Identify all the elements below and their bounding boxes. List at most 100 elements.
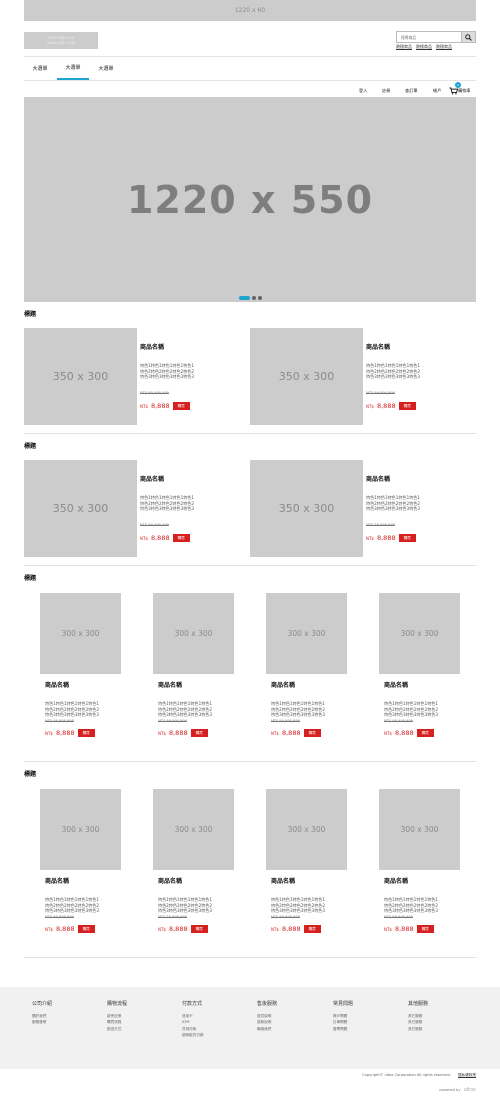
register-link[interactable]: 註冊 (382, 86, 390, 96)
account-link[interactable]: 帳戶 (433, 86, 441, 96)
product-name[interactable]: 商品名稱 (384, 680, 408, 689)
main-nav-tab[interactable]: 大選單 (90, 57, 122, 80)
product-image[interactable]: 300 x 300 (40, 789, 121, 870)
product-image[interactable]: 350 x 300 (24, 460, 137, 557)
cart-button[interactable]: 購物車 (449, 86, 471, 96)
product-image[interactable]: 300 x 300 (266, 593, 347, 674)
product-image[interactable]: 300 x 300 (40, 593, 121, 674)
main-nav-tab[interactable]: 大選單 (24, 57, 56, 80)
product-image-label: 300 x 300 (61, 825, 100, 834)
product-original-price: NT$ 99,999,999 (45, 719, 74, 723)
product-name[interactable]: 商品名稱 (366, 474, 390, 483)
product-image-label: 300 x 300 (400, 629, 439, 638)
footer-column: 公司介紹 關於我們 服務聲明 (32, 1000, 52, 1026)
price-currency: NT$ (45, 926, 53, 932)
buy-button[interactable]: 購買 (303, 729, 321, 737)
product-price-row: NT$ 8,888 購買 (158, 925, 208, 933)
buy-button[interactable]: 購買 (172, 402, 190, 410)
footer-link[interactable]: 其它服務 (408, 1026, 428, 1032)
buy-button[interactable]: 購買 (303, 925, 321, 933)
section-title: 標題 (24, 771, 37, 778)
product-name[interactable]: 商品名稱 (158, 680, 182, 689)
product-image[interactable]: 350 x 300 (250, 328, 363, 425)
footer-link[interactable]: 服務聲明 (32, 1019, 52, 1025)
carousel-dot-active[interactable] (239, 296, 250, 300)
search-button[interactable] (461, 32, 475, 42)
product-image[interactable]: 350 x 300 (250, 460, 363, 557)
hot-search-link[interactable]: 熱搜商品 (416, 44, 432, 50)
product-price-row: NT$ 8,888 購買 (271, 925, 321, 933)
product-image-label: 350 x 300 (52, 370, 109, 383)
product-price: 8,888 (168, 729, 188, 737)
buy-button[interactable]: 購買 (77, 729, 95, 737)
buy-button[interactable]: 購買 (416, 925, 434, 933)
product-name[interactable]: 商品名稱 (384, 876, 408, 885)
product-name[interactable]: 商品名稱 (140, 474, 164, 483)
product-feature: 特色3特色3特色3特色3特色3 (140, 506, 194, 512)
buy-button[interactable]: 購買 (190, 925, 208, 933)
footer-column: 付款方式 信用卡 ATM 貨到付款 超商取貨付款 (182, 1000, 204, 1038)
product-price: 8,888 (394, 729, 414, 737)
copyright-line: Copyright© ultox Corporation All rights … (0, 1073, 476, 1078)
product-name[interactable]: 商品名稱 (45, 680, 69, 689)
price-currency: NT$ (45, 730, 53, 736)
product-image-label: 300 x 300 (400, 825, 439, 834)
hot-search-link[interactable]: 熱搜商品 (436, 44, 452, 50)
product-price-row: NT$ 8,888 購買 (366, 534, 416, 542)
buy-button[interactable]: 購買 (398, 534, 416, 542)
buy-button[interactable]: 購買 (416, 729, 434, 737)
product-price: 8,888 (55, 729, 75, 737)
product-original-price: NT$ 99,999,999 (140, 391, 169, 395)
product-image[interactable]: 300 x 300 (266, 789, 347, 870)
buy-button[interactable]: 購買 (398, 402, 416, 410)
hero-banner[interactable]: 1220 x 550 (24, 97, 476, 302)
product-price-row: NT$ 8,888 購買 (384, 925, 434, 933)
footer-column-title: 購物流程 (107, 1001, 128, 1007)
footer-link[interactable]: 聯絡我們 (257, 1026, 277, 1032)
login-link[interactable]: 登入 (359, 86, 367, 96)
footer-link[interactable]: 配送方式 (107, 1026, 127, 1032)
product-image-label: 300 x 300 (174, 629, 213, 638)
buy-button[interactable]: 購買 (172, 534, 190, 542)
search-input[interactable] (397, 32, 461, 42)
footer-column-title: 其他服務 (408, 1001, 429, 1007)
section-title: 標題 (24, 575, 37, 582)
product-name[interactable]: 商品名稱 (140, 342, 164, 351)
main-nav-tab-active[interactable]: 大選單 (57, 57, 89, 80)
carousel-dot[interactable] (258, 296, 262, 300)
product-feature: 特色3特色3特色3特色3特色3 (366, 506, 420, 512)
privacy-link[interactable]: 隱私權政策 (458, 1073, 476, 1077)
section-divider (24, 957, 476, 958)
product-name[interactable]: 商品名稱 (45, 876, 69, 885)
product-name[interactable]: 商品名稱 (271, 680, 295, 689)
product-price: 8,888 (281, 729, 301, 737)
product-image[interactable]: 300 x 300 (153, 593, 234, 674)
product-name[interactable]: 商品名稱 (158, 876, 182, 885)
product-description: 特色1特色1特色1特色1特色1 特色2特色2特色2特色2特色2 特色3特色3特色3特… (366, 495, 438, 512)
section-divider (24, 433, 476, 434)
price-currency: NT$ (384, 926, 392, 932)
product-name[interactable]: 商品名稱 (271, 876, 295, 885)
product-image[interactable]: 350 x 300 (24, 328, 137, 425)
footer-link[interactable]: 發票問題 (333, 1026, 353, 1032)
buy-button[interactable]: 購買 (77, 925, 95, 933)
product-image[interactable]: 300 x 300 (379, 593, 460, 674)
product-image[interactable]: 300 x 300 (153, 789, 234, 870)
hot-search-link[interactable]: 熱搜商品 (396, 44, 412, 50)
price-currency: NT$ (158, 730, 166, 736)
product-image-label: 300 x 300 (287, 825, 326, 834)
hero-label: 1220 x 550 (126, 177, 374, 222)
product-original-price: NT$ 99,999,999 (158, 719, 187, 723)
orders-link[interactable]: 查訂單 (405, 86, 418, 96)
product-price: 8,888 (168, 925, 188, 933)
powered-by: powered by ultox (0, 1087, 476, 1093)
buy-button[interactable]: 購買 (190, 729, 208, 737)
price-currency: NT$ (366, 403, 374, 409)
footer-link[interactable]: 超商取貨付款 (182, 1032, 204, 1038)
product-original-price: NT$ 99,999,999 (158, 915, 187, 919)
carousel-dot[interactable] (252, 296, 256, 300)
site-logo[interactable]: LOGO 500 x 50 retina 500 x 100 (24, 32, 98, 49)
product-name[interactable]: 商品名稱 (366, 342, 390, 351)
product-image[interactable]: 300 x 300 (379, 789, 460, 870)
powered-by-brand[interactable]: ultox (464, 1087, 476, 1093)
